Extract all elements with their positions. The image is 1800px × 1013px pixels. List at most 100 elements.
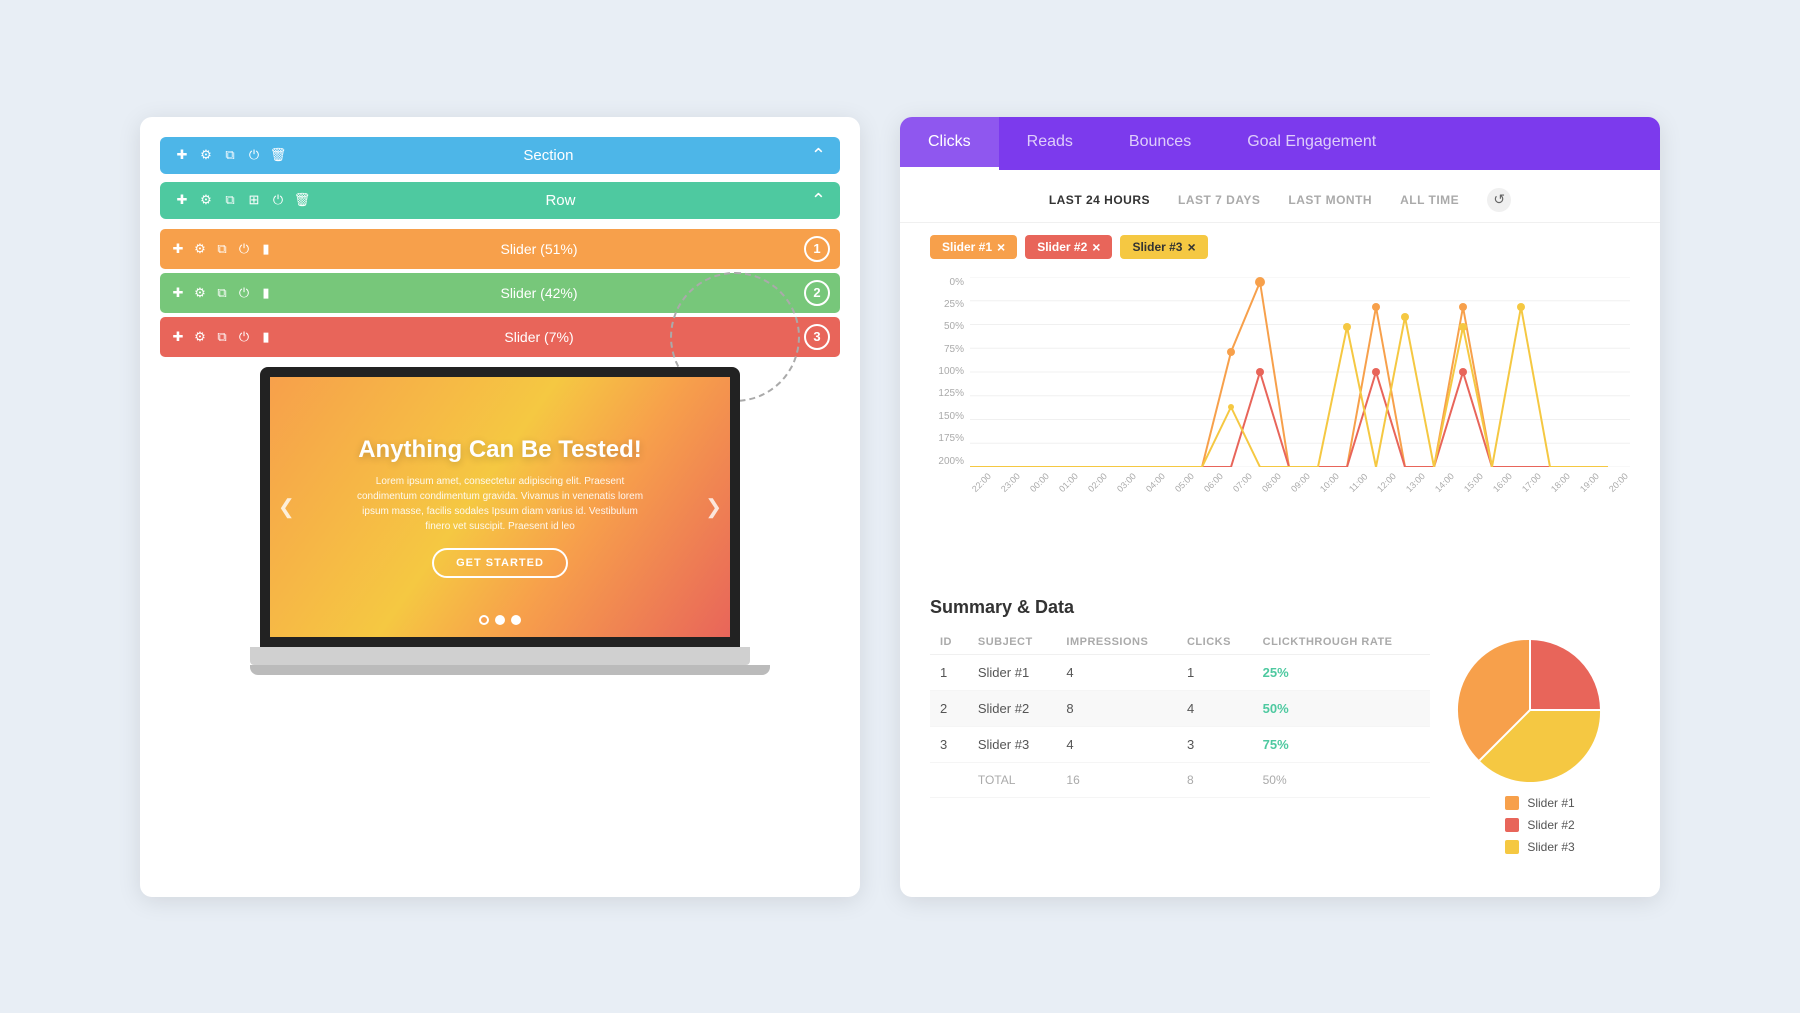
- laptop-bottom: [250, 665, 770, 675]
- slider-row-2[interactable]: ✚ ⚙ ⧉ ⏻ ▮ Slider (42%) 2: [160, 273, 840, 313]
- slider1-icons: ✚ ⚙ ⧉ ⏻ ▮: [170, 241, 274, 257]
- s3-copy[interactable]: ⧉: [214, 329, 230, 345]
- laptop-cta-button[interactable]: GET STARTED: [432, 548, 568, 578]
- row-add-icon[interactable]: ✚: [174, 192, 190, 208]
- copy-icon[interactable]: ⧉: [222, 147, 238, 163]
- dot-1: [479, 615, 489, 625]
- x-label-0: 22:00: [970, 471, 993, 494]
- x-label-7: 05:00: [1173, 471, 1196, 494]
- row3-ctr: 75%: [1253, 726, 1430, 762]
- row-copy-icon[interactable]: ⧉: [222, 192, 238, 208]
- row-power-icon[interactable]: ⏻: [270, 192, 286, 208]
- row2-ctr: 50%: [1253, 690, 1430, 726]
- x-label-9: 07:00: [1231, 471, 1254, 494]
- s2-add[interactable]: ✚: [170, 285, 186, 301]
- settings-icon[interactable]: ⚙: [198, 147, 214, 163]
- y-label-0: 200%: [930, 456, 970, 467]
- legend-dot-slider3: [1505, 840, 1519, 854]
- collapse-row-icon[interactable]: ⌃: [811, 190, 826, 211]
- row-bar: ✚ ⚙ ⧉ ⊞ ⏻ 🗑 Row ⌃: [160, 182, 840, 219]
- col-clicks: CLICKS: [1177, 630, 1253, 655]
- filter-last-month[interactable]: LAST MONTH: [1288, 193, 1372, 207]
- collapse-section-icon[interactable]: ⌃: [811, 145, 826, 166]
- pie-svg: [1450, 630, 1610, 790]
- slider-row-1[interactable]: ✚ ⚙ ⧉ ⏻ ▮ Slider (51%) 1: [160, 229, 840, 269]
- x-label-21: 19:00: [1578, 471, 1601, 494]
- left-panel: ✚ ⚙ ⧉ ⏻ 🗑 Section ⌃ ✚ ⚙ ⧉ ⊞ ⏻ 🗑 Row ⌃ ✚ …: [140, 117, 860, 897]
- s1-settings[interactable]: ⚙: [192, 241, 208, 257]
- s1-power[interactable]: ⏻: [236, 241, 252, 257]
- s2-chart[interactable]: ▮: [258, 285, 274, 301]
- filter-tag-slider2-remove[interactable]: ×: [1092, 239, 1100, 255]
- s3-settings[interactable]: ⚙: [192, 329, 208, 345]
- s1-copy[interactable]: ⧉: [214, 241, 230, 257]
- legend-dot-slider1: [1505, 796, 1519, 810]
- s2-settings[interactable]: ⚙: [192, 285, 208, 301]
- row3-id: 3: [930, 726, 968, 762]
- time-filters: LAST 24 HOURS LAST 7 DAYS LAST MONTH ALL…: [900, 170, 1660, 223]
- filter-tag-slider1[interactable]: Slider #1 ×: [930, 235, 1017, 259]
- slider3-icons: ✚ ⚙ ⧉ ⏻ ▮: [170, 329, 274, 345]
- s1-add[interactable]: ✚: [170, 241, 186, 257]
- pie-slice-slider2: [1530, 640, 1600, 710]
- tab-reads[interactable]: Reads: [999, 117, 1101, 170]
- s3-chart[interactable]: ▮: [258, 329, 274, 345]
- trash-icon[interactable]: 🗑: [270, 147, 286, 163]
- total-label: [930, 762, 968, 797]
- row2-id: 2: [930, 690, 968, 726]
- row-trash-icon[interactable]: 🗑: [294, 192, 310, 208]
- y-label-8: 0%: [930, 277, 970, 288]
- tab-clicks[interactable]: Clicks: [900, 117, 999, 170]
- x-label-3: 01:00: [1057, 471, 1080, 494]
- row-settings-icon[interactable]: ⚙: [198, 192, 214, 208]
- s3-add[interactable]: ✚: [170, 329, 186, 345]
- filter-tag-slider3-remove[interactable]: ×: [1187, 239, 1195, 255]
- table-row: 3 Slider #3 4 3 75%: [930, 726, 1430, 762]
- slider3-num: 3: [804, 324, 830, 350]
- tab-bounces[interactable]: Bounces: [1101, 117, 1219, 170]
- y-label-2: 150%: [930, 411, 970, 422]
- filter-all-time[interactable]: ALL TIME: [1400, 193, 1459, 207]
- slider2-num: 2: [804, 280, 830, 306]
- x-label-5: 03:00: [1115, 471, 1138, 494]
- dot-2: [495, 615, 505, 625]
- summary-section: Summary & Data ID SUBJECT IMPRESSIONS CL…: [930, 587, 1430, 897]
- pie-legend-section: Slider #1 Slider #2 Slider #3: [1450, 587, 1630, 897]
- row2-subject: Slider #2: [968, 690, 1057, 726]
- s1-chart[interactable]: ▮: [258, 241, 274, 257]
- row-grid-icon[interactable]: ⊞: [246, 192, 262, 208]
- filter-last-7d[interactable]: LAST 7 DAYS: [1178, 193, 1260, 207]
- col-id: ID: [930, 630, 968, 655]
- laptop-headline: Anything Can Be Tested!: [310, 436, 690, 464]
- laptop-preview: Anything Can Be Tested! Lorem ipsum amet…: [250, 367, 750, 675]
- x-label-17: 15:00: [1462, 471, 1485, 494]
- filter-last-24h[interactable]: LAST 24 HOURS: [1049, 193, 1150, 207]
- s2-power[interactable]: ⏻: [236, 285, 252, 301]
- section-title: Section: [286, 147, 811, 164]
- s3-power[interactable]: ⏻: [236, 329, 252, 345]
- legend-slider1: Slider #1: [1505, 796, 1574, 810]
- slider1-label: Slider (51%): [274, 241, 804, 257]
- tab-goal-engagement[interactable]: Goal Engagement: [1219, 117, 1404, 170]
- row-bar-icons: ✚ ⚙ ⧉ ⊞ ⏻ 🗑: [174, 192, 310, 208]
- slider2-icons: ✚ ⚙ ⧉ ⏻ ▮: [170, 285, 274, 301]
- power-icon[interactable]: ⏻: [246, 147, 262, 163]
- filter-tag-slider1-remove[interactable]: ×: [997, 239, 1005, 255]
- x-label-2: 00:00: [1028, 471, 1051, 494]
- slider-row-3[interactable]: ✚ ⚙ ⧉ ⏻ ▮ Slider (7%) 3: [160, 317, 840, 357]
- row1-subject: Slider #1: [968, 654, 1057, 690]
- x-label-8: 06:00: [1202, 471, 1225, 494]
- y-label-1: 175%: [930, 433, 970, 444]
- filter-tag-slider3[interactable]: Slider #3 ×: [1120, 235, 1207, 259]
- right-panel: Clicks Reads Bounces Goal Engagement LAS…: [900, 117, 1660, 897]
- total-text: TOTAL: [968, 762, 1057, 797]
- filter-tag-slider2[interactable]: Slider #2 ×: [1025, 235, 1112, 259]
- add-icon[interactable]: ✚: [174, 147, 190, 163]
- x-label-13: 11:00: [1347, 471, 1370, 494]
- slider2-label: Slider (42%): [274, 285, 804, 301]
- reset-button[interactable]: ↺: [1487, 188, 1511, 212]
- filter-tag-slider3-label: Slider #3: [1132, 240, 1182, 254]
- section-bar-icons: ✚ ⚙ ⧉ ⏻ 🗑: [174, 147, 286, 163]
- x-label-1: 23:00: [999, 471, 1022, 494]
- s2-copy[interactable]: ⧉: [214, 285, 230, 301]
